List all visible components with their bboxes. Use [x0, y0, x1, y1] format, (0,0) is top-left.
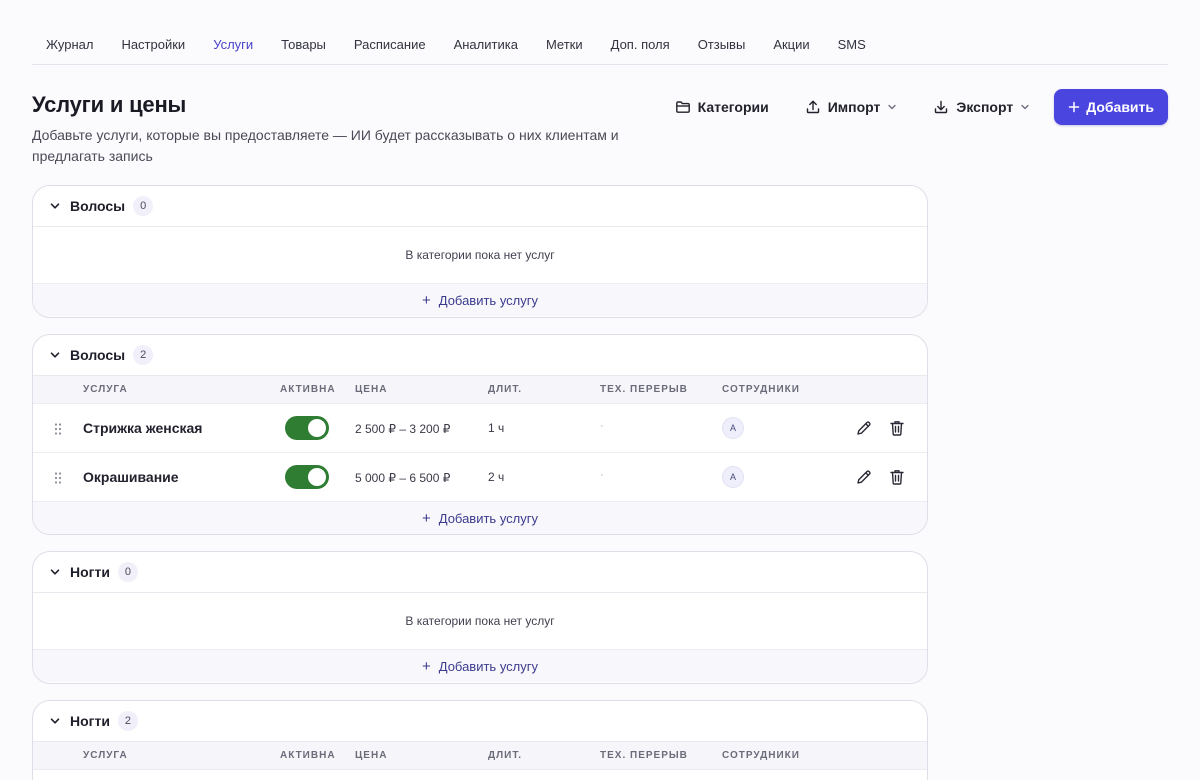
col-service: УСЛУГА [83, 384, 128, 395]
plus-icon: + [421, 291, 431, 309]
export-label: Экспорт [956, 99, 1014, 115]
category-count-badge: 0 [133, 196, 154, 216]
service-name: Окрашивание [83, 469, 179, 485]
export-button[interactable]: Экспорт [919, 89, 1044, 125]
top-tabs: Журнал Настройки Услуги Товары Расписани… [32, 26, 1168, 65]
col-service: УСЛУГА [83, 750, 128, 761]
service-break: · [600, 469, 604, 481]
category-header[interactable]: Волосы 0 [33, 186, 927, 227]
tab-sms[interactable]: SMS [824, 26, 880, 64]
upload-icon [806, 100, 819, 114]
trash-icon[interactable] [889, 468, 905, 486]
plus-icon [1068, 101, 1080, 113]
tab-journal[interactable]: Журнал [32, 26, 107, 64]
col-staff: СОТРУДНИКИ [722, 384, 800, 395]
category-name: Ногти [70, 564, 110, 580]
tab-reviews[interactable]: Отзывы [684, 26, 760, 64]
trash-icon[interactable] [889, 419, 905, 437]
category-name: Волосы [70, 198, 126, 214]
table-header: УСЛУГА АКТИВНА ЦЕНА ДЛИТ. ТЕХ. ПЕРЕРЫВ С… [33, 742, 927, 770]
chevron-down-icon[interactable] [49, 349, 61, 361]
service-price: 2 500 ₽ – 3 200 ₽ [355, 422, 451, 436]
service-break: · [600, 420, 604, 432]
categories-label: Категории [697, 99, 769, 115]
col-active: АКТИВНА [280, 384, 336, 395]
drag-handle-icon[interactable] [53, 471, 63, 485]
chevron-down-icon[interactable] [49, 715, 61, 727]
add-label: Добавить [1086, 99, 1154, 115]
plus-icon: + [421, 657, 431, 675]
empty-category-text: В категории пока нет услуг [33, 227, 927, 284]
toolbar: Категории Импорт Экспорт Добавить [661, 89, 1168, 125]
add-service-button[interactable]: + Добавить услугу [33, 502, 927, 534]
tab-schedule[interactable]: Расписание [340, 26, 440, 64]
category-count-badge: 0 [117, 562, 138, 582]
tab-products[interactable]: Товары [267, 26, 340, 64]
category-header[interactable]: Волосы 2 [33, 335, 927, 376]
chevron-down-icon [888, 104, 897, 110]
import-label: Импорт [827, 99, 881, 115]
col-break: ТЕХ. ПЕРЕРЫВ [600, 384, 688, 395]
col-staff: СОТРУДНИКИ [722, 750, 800, 761]
service-name: Стрижка женская [83, 420, 203, 436]
staff-avatar[interactable]: А [722, 466, 744, 488]
categories-button[interactable]: Категории [661, 89, 783, 125]
category-count-badge: 2 [117, 711, 138, 731]
table-row: Стрижка женская 2 500 ₽ – 3 200 ₽ 1 ч · … [33, 404, 927, 453]
category-header[interactable]: Ногти 2 [33, 701, 927, 742]
add-button[interactable]: Добавить [1054, 89, 1168, 125]
page-description: Добавьте услуги, которые вы предоставляе… [32, 127, 619, 164]
active-toggle[interactable] [285, 465, 329, 489]
page-title: Услуги и цены [32, 92, 187, 117]
col-price: ЦЕНА [355, 750, 388, 761]
active-toggle[interactable] [285, 416, 329, 440]
table-row: Окрашивание 5 000 ₽ – 6 500 ₽ 2 ч · А [33, 453, 927, 502]
empty-category-text: В категории пока нет услуг [33, 593, 927, 650]
plus-icon: + [421, 509, 431, 527]
import-button[interactable]: Импорт [791, 89, 912, 125]
category-name: Ногти [70, 713, 110, 729]
staff-avatar[interactable]: А [722, 417, 744, 439]
chevron-down-icon[interactable] [49, 566, 61, 578]
drag-handle-icon[interactable] [53, 422, 63, 436]
tab-promotions[interactable]: Акции [759, 26, 823, 64]
col-price: ЦЕНА [355, 384, 388, 395]
col-active: АКТИВНА [280, 750, 336, 761]
tab-settings[interactable]: Настройки [107, 26, 199, 64]
tab-extra-fields[interactable]: Доп. поля [597, 26, 684, 64]
table-header: УСЛУГА АКТИВНА ЦЕНА ДЛИТ. ТЕХ. ПЕРЕРЫВ С… [33, 376, 927, 404]
category-card: Волосы 0 В категории пока нет услуг + До… [32, 185, 928, 318]
chevron-down-icon[interactable] [49, 200, 61, 212]
category-card: Волосы 2 УСЛУГА АКТИВНА ЦЕНА ДЛИТ. ТЕХ. … [32, 334, 928, 535]
pencil-icon[interactable] [855, 419, 873, 437]
add-service-button[interactable]: + Добавить услугу [33, 650, 927, 682]
chevron-down-icon [1021, 104, 1029, 110]
tab-analytics[interactable]: Аналитика [440, 26, 532, 64]
category-count-badge: 2 [133, 345, 154, 365]
service-duration: 1 ч [488, 421, 505, 435]
pencil-icon[interactable] [855, 468, 873, 486]
col-break: ТЕХ. ПЕРЕРЫВ [600, 750, 688, 761]
category-card: Ногти 0 В категории пока нет услуг + Доб… [32, 551, 928, 684]
tab-services[interactable]: Услуги [199, 26, 267, 64]
download-icon [935, 100, 948, 114]
col-duration: ДЛИТ. [488, 384, 523, 395]
category-header[interactable]: Ногти 0 [33, 552, 927, 593]
category-card: Ногти 2 УСЛУГА АКТИВНА ЦЕНА ДЛИТ. ТЕХ. П… [32, 700, 928, 780]
add-service-label: Добавить услугу [438, 292, 538, 308]
add-service-button[interactable]: + Добавить услугу [33, 284, 927, 316]
service-duration: 2 ч [488, 470, 505, 484]
col-duration: ДЛИТ. [488, 750, 523, 761]
folder-icon [675, 101, 690, 113]
category-name: Волосы [70, 347, 126, 363]
service-price: 5 000 ₽ – 6 500 ₽ [355, 471, 451, 485]
add-service-label: Добавить услугу [438, 510, 538, 526]
add-service-label: Добавить услугу [438, 658, 538, 674]
tab-labels[interactable]: Метки [532, 26, 597, 64]
